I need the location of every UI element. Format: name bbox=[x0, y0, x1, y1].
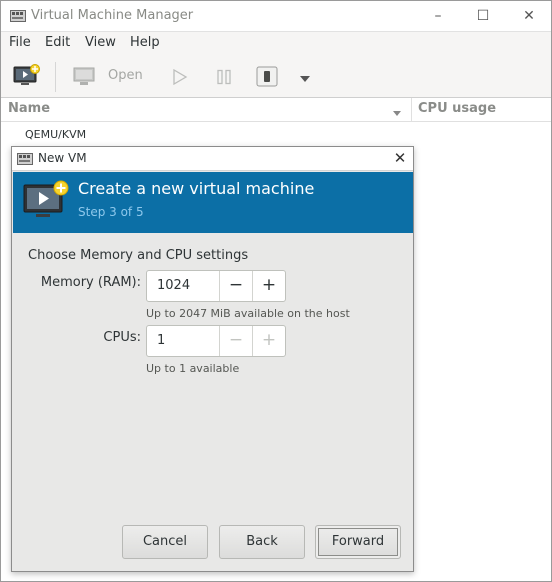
cpus-decrement-button[interactable]: − bbox=[219, 326, 252, 356]
menu-view[interactable]: View bbox=[85, 35, 116, 50]
memory-value-input[interactable]: 1024 bbox=[157, 278, 190, 293]
toolbar-separator bbox=[55, 62, 56, 92]
cpus-value-input[interactable]: 1 bbox=[157, 333, 165, 348]
banner-title: Create a new virtual machine bbox=[78, 179, 315, 198]
menu-help[interactable]: Help bbox=[130, 35, 160, 50]
forward-button[interactable]: Forward bbox=[315, 525, 401, 559]
dropdown-arrow-icon[interactable] bbox=[299, 72, 311, 87]
list-header: Name CPU usage bbox=[1, 98, 551, 122]
sort-arrow-icon[interactable] bbox=[392, 106, 402, 121]
maximize-icon[interactable]: ☐ bbox=[468, 1, 498, 31]
column-divider bbox=[411, 98, 412, 122]
wizard-banner: Create a new virtual machine Step 3 of 5 bbox=[13, 172, 413, 233]
section-title: Choose Memory and CPU settings bbox=[28, 248, 249, 263]
memory-spinbox: 1024 − + bbox=[146, 270, 286, 302]
dialog-titlebar: New VM ✕ bbox=[12, 147, 413, 171]
cpus-increment-button[interactable]: + bbox=[252, 326, 285, 356]
open-monitor-icon[interactable] bbox=[73, 67, 95, 90]
connection-row[interactable]: QEMU/KVM bbox=[25, 128, 86, 141]
dialog-title: New VM bbox=[38, 151, 87, 165]
new-vm-icon[interactable] bbox=[13, 64, 41, 92]
cancel-button[interactable]: Cancel bbox=[122, 525, 208, 559]
close-icon[interactable]: ✕ bbox=[514, 1, 544, 31]
step-indicator: Step 3 of 5 bbox=[78, 205, 144, 219]
memory-label: Memory (RAM): bbox=[40, 275, 141, 290]
menu-file[interactable]: File bbox=[9, 35, 31, 50]
pause-icon[interactable] bbox=[216, 69, 232, 89]
app-icon bbox=[10, 10, 26, 26]
toolbar: Open bbox=[1, 56, 551, 98]
main-titlebar: Virtual Machine Manager – ☐ ✕ bbox=[1, 1, 551, 32]
window-title: Virtual Machine Manager bbox=[31, 8, 194, 23]
menu-edit[interactable]: Edit bbox=[45, 35, 70, 50]
open-button-label[interactable]: Open bbox=[108, 68, 143, 83]
menubar: File Edit View Help bbox=[1, 32, 551, 56]
memory-decrement-button[interactable]: − bbox=[219, 271, 252, 301]
cpus-label: CPUs: bbox=[103, 330, 141, 345]
dialog-app-icon bbox=[17, 153, 33, 169]
back-button[interactable]: Back bbox=[219, 525, 305, 559]
column-cpu-usage-header[interactable]: CPU usage bbox=[418, 101, 496, 116]
memory-hint: Up to 2047 MiB available on the host bbox=[146, 307, 350, 320]
memory-increment-button[interactable]: + bbox=[252, 271, 285, 301]
dialog-close-icon[interactable]: ✕ bbox=[388, 147, 412, 171]
new-vm-dialog: New VM ✕ Create a new virtual machine St… bbox=[11, 146, 414, 572]
cpus-hint: Up to 1 available bbox=[146, 362, 240, 375]
minimize-icon[interactable]: – bbox=[423, 1, 453, 31]
shutdown-icon[interactable] bbox=[256, 66, 278, 91]
new-vm-banner-icon bbox=[22, 180, 70, 228]
column-name-header[interactable]: Name bbox=[8, 101, 50, 116]
cpus-spinbox: 1 − + bbox=[146, 325, 286, 357]
run-icon[interactable] bbox=[172, 68, 188, 89]
